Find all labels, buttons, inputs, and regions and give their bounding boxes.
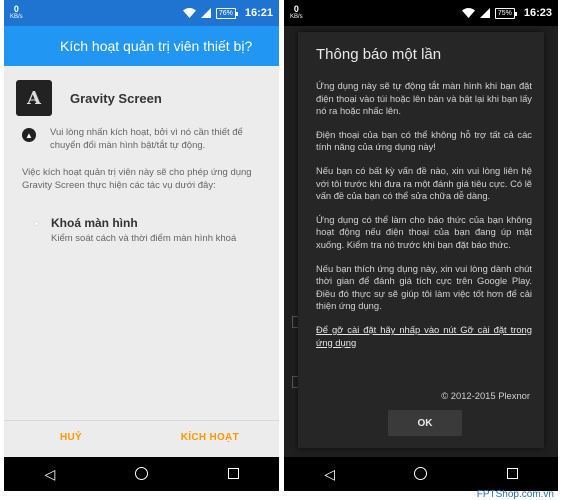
chevron-up-icon[interactable]: ▲ <box>22 128 36 142</box>
app-name: Gravity Screen <box>70 90 162 106</box>
recent-apps-icon <box>506 468 518 479</box>
watermark: FPTShop.com.vn <box>476 489 554 500</box>
navigation-bar: ◁ <box>4 457 279 491</box>
clock: 16:23 <box>523 7 552 19</box>
permission-description: Kiểm soát cách và thời điểm màn hình kho… <box>51 233 237 244</box>
recent-apps-button[interactable] <box>218 467 248 481</box>
dialog-header: Kích hoạt quản trị viên thiết bị? <box>4 26 279 66</box>
home-icon <box>414 466 428 480</box>
battery-indicator: 76% <box>215 7 238 19</box>
wifi-icon <box>182 8 196 18</box>
home-icon <box>134 466 148 480</box>
dialog-paragraph: Ứng dụng có thể làm cho báo thức của bạn… <box>316 213 532 250</box>
admin-description: Việc kích hoạt quản trị viên này sẽ cho … <box>22 167 252 191</box>
bullet-icon <box>34 221 39 226</box>
dialog-paragraph: Nếu bạn có bất kỳ vấn đề nào, xin vui lò… <box>316 164 532 202</box>
dialog-body: Ứng dụng này sẽ tự động tắt màn hình khi… <box>316 80 532 360</box>
home-button[interactable] <box>126 466 156 482</box>
left-phone-screen: 0 KB/s 76% 16:21 Kích hoạt quản trị viên… <box>4 0 279 491</box>
gravity-screen-app-icon: A <box>16 80 52 116</box>
ok-button[interactable]: OK <box>388 410 462 436</box>
copyright-text: © 2012-2015 Plexnor <box>441 390 530 401</box>
network-speed: 0 KB/s <box>290 4 303 21</box>
status-bar: 0 KB/s 76% 16:21 <box>4 0 279 26</box>
wifi-icon <box>461 8 475 18</box>
info-text: Vui lòng nhấn kích hoạt, bởi vì nó cần t… <box>50 127 243 151</box>
dialog-paragraph: Nếu bạn thích ứng dụng này, xin vui lòng… <box>316 262 532 312</box>
battery-indicator: 75% <box>494 7 517 19</box>
app-row: A Gravity Screen <box>16 80 162 116</box>
back-icon[interactable]: ◁ <box>315 467 345 481</box>
status-bar: 0 KB/s 75% 16:23 <box>284 0 558 26</box>
back-icon[interactable]: ◁ <box>35 467 65 481</box>
uninstall-link[interactable]: Để gỡ cài đặt hãy nhấp vào nút Gỡ cài đặ… <box>316 324 532 349</box>
clock: 16:21 <box>244 7 273 19</box>
dialog-paragraph: Điện thoại của bạn có thể không hỗ trợ t… <box>316 128 532 153</box>
page-title: Kích hoạt quản trị viên thiết bị? <box>60 38 253 54</box>
permission-title: Khoá màn hình <box>51 216 138 230</box>
home-button[interactable] <box>406 466 436 482</box>
signal-icon <box>479 8 490 18</box>
button-bar: HUỶ KÍCH HOẠT <box>4 420 279 454</box>
dialog-paragraph: Ứng dụng này sẽ tự động tắt màn hình khi… <box>316 80 532 117</box>
signal-icon <box>200 8 211 18</box>
recent-apps-button[interactable] <box>497 467 527 481</box>
recent-apps-icon <box>227 468 239 479</box>
cancel-button[interactable]: HUỶ <box>60 432 82 443</box>
permission-item: Khoá màn hình Kiểm soát cách và thời điể… <box>34 216 259 245</box>
dialog-title: Thông báo một lần <box>316 46 442 63</box>
right-phone-screen: 0 KB/s 75% 16:23 Thông báo một lần Ứng d… <box>284 0 558 491</box>
navigation-bar: ◁ <box>284 457 558 491</box>
one-time-notice-dialog: Thông báo một lần Ứng dụng này sẽ tự độn… <box>298 32 544 448</box>
network-speed: 0 KB/s <box>10 4 23 21</box>
info-row: ▲ Vui lòng nhấn kích hoạt, bởi vì nó cần… <box>22 126 265 152</box>
activate-button[interactable]: KÍCH HOẠT <box>181 432 239 443</box>
